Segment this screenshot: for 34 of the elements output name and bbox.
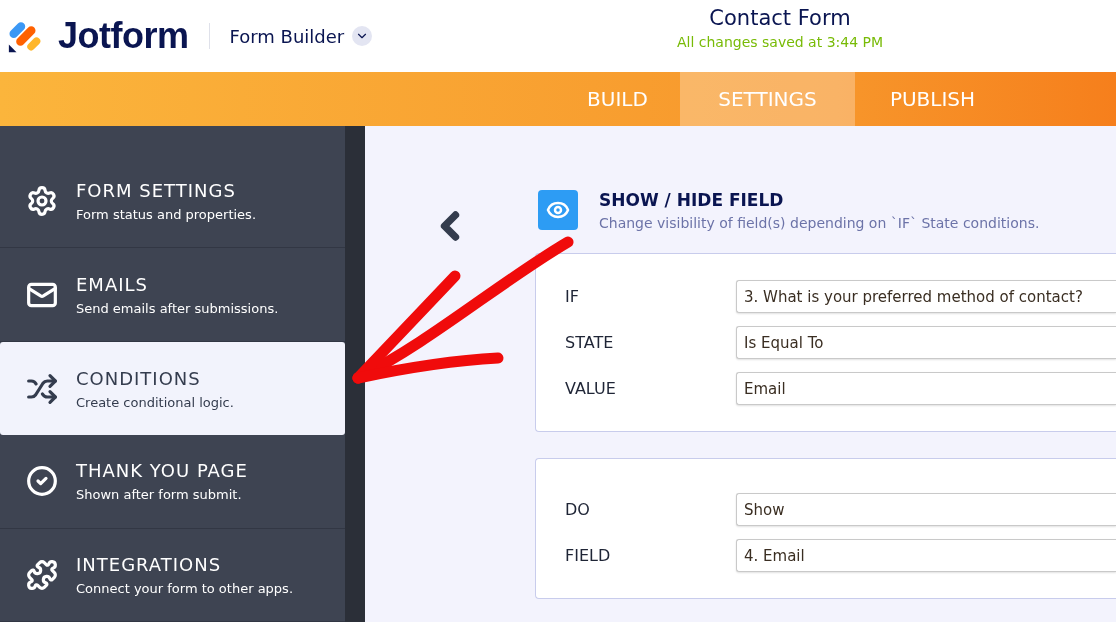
item-subtitle: Create conditional logic. bbox=[76, 394, 234, 410]
field-label: VALUE bbox=[565, 379, 617, 398]
select-field[interactable]: 4. Email bbox=[736, 539, 1116, 572]
condition-title: SHOW / HIDE FIELD bbox=[599, 190, 785, 210]
logo-text[interactable]: Jotform bbox=[58, 15, 189, 57]
eye-icon bbox=[538, 190, 578, 230]
product-name[interactable]: Form Builder bbox=[229, 25, 345, 47]
condition-description: Change visibility of field(s) depending on `IF` State conditions. bbox=[599, 215, 1040, 231]
save-status: All changes saved at 3:44 PM bbox=[676, 34, 884, 50]
field-label: DO bbox=[565, 500, 591, 519]
item-title: EMAILS bbox=[76, 273, 149, 295]
shuffle-icon bbox=[26, 372, 58, 405]
select-field[interactable]: Is Equal To bbox=[736, 326, 1116, 359]
item-title: CONDITIONS bbox=[76, 367, 202, 389]
select-field[interactable]: Email bbox=[736, 372, 1116, 405]
check-circle-icon bbox=[26, 465, 58, 498]
caret-icon[interactable] bbox=[352, 26, 373, 46]
sidebar-item[interactable]: CONDITIONS Create conditional logic. bbox=[0, 341, 345, 436]
select-field[interactable]: Show bbox=[736, 493, 1116, 526]
field-label: IF bbox=[565, 287, 580, 306]
puzzle-icon bbox=[26, 558, 58, 591]
select-field[interactable]: 3. What is your preferred method of contact? bbox=[736, 280, 1116, 313]
item-subtitle: Send emails after submissions. bbox=[76, 300, 279, 316]
field-label: FIELD bbox=[565, 546, 612, 565]
field-label: STATE bbox=[565, 333, 615, 352]
item-subtitle: Shown after form submit. bbox=[76, 487, 243, 503]
form-title: Contact Form bbox=[709, 6, 851, 30]
logo-icon bbox=[8, 19, 42, 53]
item-subtitle: Connect your form to other apps. bbox=[76, 580, 293, 596]
item-title: FORM SETTINGS bbox=[76, 180, 237, 202]
item-title: THANK YOU PAGE bbox=[76, 460, 248, 482]
item-title: INTEGRATIONS bbox=[76, 553, 223, 575]
gear-icon bbox=[26, 185, 58, 218]
item-subtitle: Form status and properties. bbox=[76, 207, 257, 223]
